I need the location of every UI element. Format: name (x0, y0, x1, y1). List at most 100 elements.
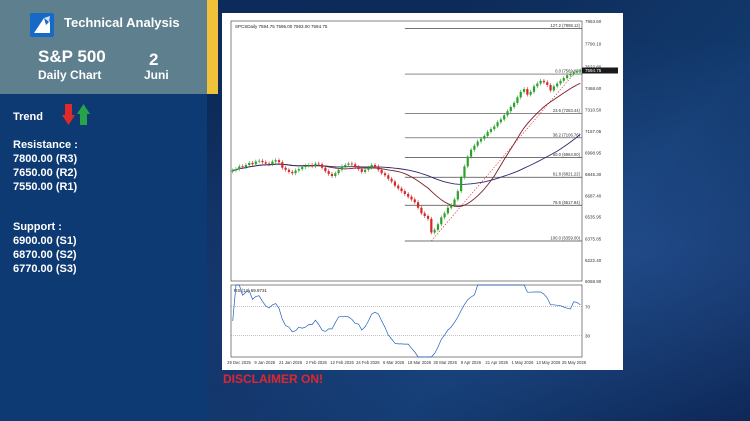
candle-body (397, 185, 400, 189)
candle-body (277, 160, 281, 163)
candle-body (539, 80, 542, 84)
price-tick-label: 6687.40 (585, 194, 602, 199)
candle-body (320, 164, 324, 168)
candle-body (489, 129, 493, 132)
candle-body (562, 78, 565, 81)
price-tick-label: 7790.10 (585, 42, 602, 47)
price-tick-label: 6068.90 (585, 279, 602, 284)
candle-body (337, 169, 340, 174)
candle-body (466, 156, 469, 167)
resistance-r2: 7650.00 (R2) (13, 167, 78, 179)
candle-body (370, 164, 373, 168)
header-accent-bar (207, 0, 218, 94)
x-tick-label: 1 May 2026 (512, 360, 535, 365)
candle-body (294, 170, 297, 174)
candle-body (479, 138, 483, 142)
x-tick-label: 6 Mar 2026 (383, 360, 405, 365)
candle-body (546, 82, 549, 85)
candle-body (426, 216, 430, 219)
candle-body (506, 111, 509, 116)
candle-body (549, 84, 552, 91)
disclaimer: DISCLAIMER ON! (223, 372, 323, 386)
candle-body (380, 169, 383, 174)
candle-body (493, 126, 496, 130)
candle-body (509, 107, 512, 112)
resistance-r3: 7800.00 (R3) (13, 153, 78, 165)
price-plot-frame (230, 20, 583, 282)
candle-body (526, 89, 529, 95)
candle-body (529, 91, 532, 95)
candle-body (536, 83, 539, 87)
candle-body (569, 73, 572, 76)
chart-logo-icon (30, 13, 54, 37)
candle-body (377, 166, 380, 170)
fib-level-label: 100.0 (6359.00) (550, 235, 580, 240)
rsi-plot-frame (230, 284, 583, 358)
candle-body (324, 167, 327, 172)
rsi-line (232, 284, 581, 358)
candle-body (360, 169, 363, 172)
app-title: Technical Analysis (64, 15, 180, 30)
resistance-label: Resistance : (13, 139, 78, 151)
candle-body (297, 169, 300, 171)
candle-body (522, 89, 526, 92)
candle-body (271, 161, 274, 165)
last-price-label: 7594.75 (585, 68, 602, 73)
x-tick-label: 2 Feb 2026 (306, 360, 328, 365)
candle-body (307, 164, 310, 166)
support-s2: 6870.00 (S2) (13, 249, 77, 261)
candle-body (499, 119, 502, 123)
support-label: Support : (13, 221, 62, 233)
candle-body (575, 71, 579, 73)
rsi-tick-label: 70 (585, 305, 591, 310)
price-tick-label: 7468.60 (585, 86, 602, 91)
x-tick-label: 25 May 2026 (562, 360, 587, 365)
symbol-title: S&P 500 (38, 47, 106, 66)
candle-body (556, 83, 559, 87)
candle-body (469, 149, 473, 157)
candle-body (344, 164, 347, 167)
candle-body (357, 167, 360, 170)
candle-body (284, 167, 287, 170)
price-tick-label: 6375.85 (585, 237, 602, 242)
fib-level-label: 38.2 (7106.76) (553, 132, 581, 137)
candle-body (317, 163, 320, 165)
candle-body (258, 160, 261, 162)
candle-body (440, 217, 443, 225)
candle-body (420, 207, 423, 214)
fib-level-label: 127.2 (7898.12) (550, 23, 580, 28)
candle-body (433, 229, 436, 233)
candle-body (340, 166, 344, 170)
candle-body (254, 161, 257, 165)
candle-body (463, 166, 466, 178)
date-month: Juni (144, 68, 169, 82)
candle-body (274, 160, 277, 162)
price-tick-label: 6222.40 (585, 258, 602, 263)
candle-body (383, 173, 387, 176)
candle-body (311, 164, 314, 167)
candle-body (350, 163, 353, 165)
candle-body (347, 163, 350, 165)
candle-body (519, 91, 522, 98)
candle-body (301, 167, 304, 170)
date-day: 2 (149, 50, 159, 69)
trend-label: Trend (13, 111, 43, 123)
fib-level-label: 78.6 (6617.94) (553, 200, 581, 205)
resistance-r1: 7550.00 (R1) (13, 181, 78, 193)
moving-average-line (232, 82, 581, 208)
candle-body (565, 75, 569, 79)
x-tick-label: 9 Apr 2026 (461, 360, 482, 365)
fib-level-label: 61.8 (6821.22) (553, 172, 581, 177)
candle-body (473, 145, 476, 150)
x-tick-label: 30 Mar 2026 (433, 360, 457, 365)
candle-body (373, 164, 377, 167)
candle-body (248, 162, 251, 165)
candle-body (552, 86, 555, 91)
support-s3: 6770.00 (S3) (13, 263, 77, 275)
candle-body (450, 204, 453, 208)
candle-body (304, 165, 307, 168)
candle-body (291, 171, 294, 174)
rsi-tick-label: 30 (585, 333, 591, 338)
candle-body (400, 188, 403, 192)
price-tick-label: 7310.50 (585, 108, 602, 113)
